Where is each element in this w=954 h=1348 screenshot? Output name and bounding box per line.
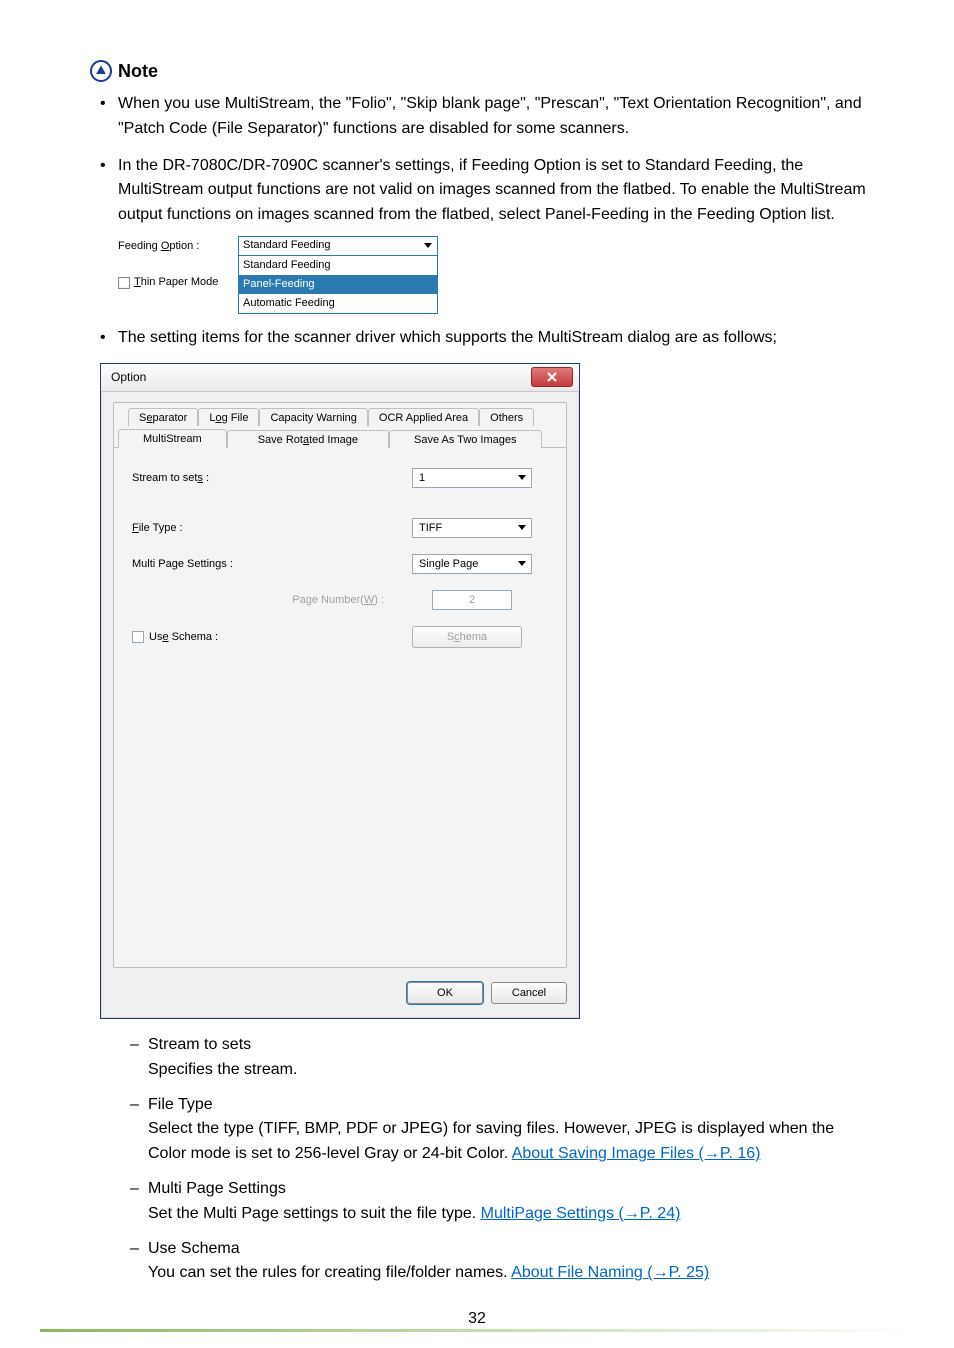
link-about-saving-image-files[interactable]: About Saving Image Files (→P. 16) <box>512 1145 761 1162</box>
stream-to-sets-select[interactable]: 1 <box>412 468 532 488</box>
definition-desc: You can set the rules for creating file/… <box>148 1261 874 1286</box>
bullet-text: The setting items for the scanner driver… <box>118 329 777 346</box>
definition-desc: Select the type (TIFF, BMP, PDF or JPEG)… <box>148 1117 874 1167</box>
note-label: Note <box>118 61 158 82</box>
tab-multistream[interactable]: MultiStream <box>118 429 227 448</box>
tab-separator[interactable]: Separator <box>128 408 198 426</box>
note-heading: Note <box>90 60 914 82</box>
file-type-label: File Type : <box>132 522 412 534</box>
use-schema-row: Use Schema : <box>132 631 412 643</box>
bullet-item: When you use MultiStream, the "Folio", "… <box>100 92 874 142</box>
feeding-option-dropdown[interactable]: Standard Feeding Panel-Feeding Automatic… <box>238 256 438 314</box>
use-schema-label: Use Schema : <box>149 631 218 643</box>
page-number-label: Page Number(W) : <box>132 594 412 606</box>
thin-paper-checkbox[interactable] <box>118 277 130 289</box>
feeding-option-value: Standard Feeding <box>243 237 330 254</box>
definition-term: File Type <box>148 1096 213 1113</box>
bullet-text: When you use MultiStream, the "Folio", "… <box>118 95 862 137</box>
chevron-down-icon <box>515 557 529 571</box>
thin-paper-label: Thin Paper Mode <box>134 274 218 291</box>
definition-item: Multi Page Settings Set the Multi Page s… <box>130 1177 874 1227</box>
chevron-down-icon <box>421 239 435 253</box>
link-about-file-naming[interactable]: About File Naming (→P. 25) <box>511 1264 709 1281</box>
dropdown-option[interactable]: Standard Feeding <box>239 256 437 275</box>
page-number: 32 <box>0 1310 954 1328</box>
stream-to-sets-label: Stream to sets : <box>132 472 412 484</box>
definition-item: Stream to sets Specifies the stream. <box>130 1033 874 1083</box>
dialog-title-text: Option <box>111 370 146 384</box>
feeding-option-illustration: Feeding Option : Thin Paper Mode Standar… <box>118 236 874 314</box>
definition-item: File Type Select the type (TIFF, BMP, PD… <box>130 1093 874 1167</box>
multi-page-settings-label: Multi Page Settings : <box>132 558 412 570</box>
tab-capacity-warning[interactable]: Capacity Warning <box>259 408 367 426</box>
cancel-button[interactable]: Cancel <box>491 982 567 1004</box>
definition-desc: Specifies the stream. <box>148 1058 874 1083</box>
chevron-down-icon <box>515 471 529 485</box>
tab-panel-multistream: Stream to sets : 1 File Type : T <box>114 447 566 967</box>
bullet-item: In the DR-7080C/DR-7090C scanner's setti… <box>100 154 874 315</box>
definition-item: Use Schema You can set the rules for cre… <box>130 1237 874 1287</box>
dialog-titlebar: Option <box>101 364 579 392</box>
definition-desc: Set the Multi Page settings to suit the … <box>148 1202 874 1227</box>
definition-term: Multi Page Settings <box>148 1180 286 1197</box>
link-multipage-settings[interactable]: MultiPage Settings (→P. 24) <box>481 1205 681 1222</box>
tab-control: Separator Log File Capacity Warning OCR … <box>113 402 567 968</box>
tab-ocr-applied-area[interactable]: OCR Applied Area <box>368 408 479 426</box>
chevron-down-icon <box>515 521 529 535</box>
option-dialog: Option Separator Log File Capacity Warni… <box>100 363 580 1019</box>
file-type-select[interactable]: TIFF <box>412 518 532 538</box>
bullet-text: In the DR-7080C/DR-7090C scanner's setti… <box>118 157 866 224</box>
feeding-option-combo[interactable]: Standard Feeding <box>238 236 438 256</box>
ok-button[interactable]: OK <box>407 982 483 1004</box>
tab-logfile[interactable]: Log File <box>198 408 259 426</box>
bullet-item: The setting items for the scanner driver… <box>100 326 874 351</box>
definition-term: Stream to sets <box>148 1036 251 1053</box>
file-type-value: TIFF <box>419 522 442 534</box>
close-icon <box>546 371 558 383</box>
multi-page-settings-select[interactable]: Single Page <box>412 554 532 574</box>
dropdown-option-selected[interactable]: Panel-Feeding <box>239 275 437 294</box>
stream-to-sets-value: 1 <box>419 472 425 484</box>
definition-term: Use Schema <box>148 1240 240 1257</box>
page-number-value: 2 <box>469 594 475 606</box>
tab-save-as-two-images[interactable]: Save As Two Images <box>389 430 542 448</box>
footer-rule <box>40 1329 914 1332</box>
feeding-option-label: Feeding Option : <box>118 238 199 255</box>
tab-others[interactable]: Others <box>479 408 534 426</box>
close-button[interactable] <box>531 367 573 387</box>
schema-button: Schema <box>412 626 522 648</box>
tab-save-rotated-image[interactable]: Save Rotated Image <box>227 430 389 448</box>
dropdown-option[interactable]: Automatic Feeding <box>239 294 437 313</box>
note-icon <box>90 60 112 82</box>
multi-page-settings-value: Single Page <box>419 558 478 570</box>
page-number-input: 2 <box>432 590 512 610</box>
use-schema-checkbox[interactable] <box>132 631 144 643</box>
